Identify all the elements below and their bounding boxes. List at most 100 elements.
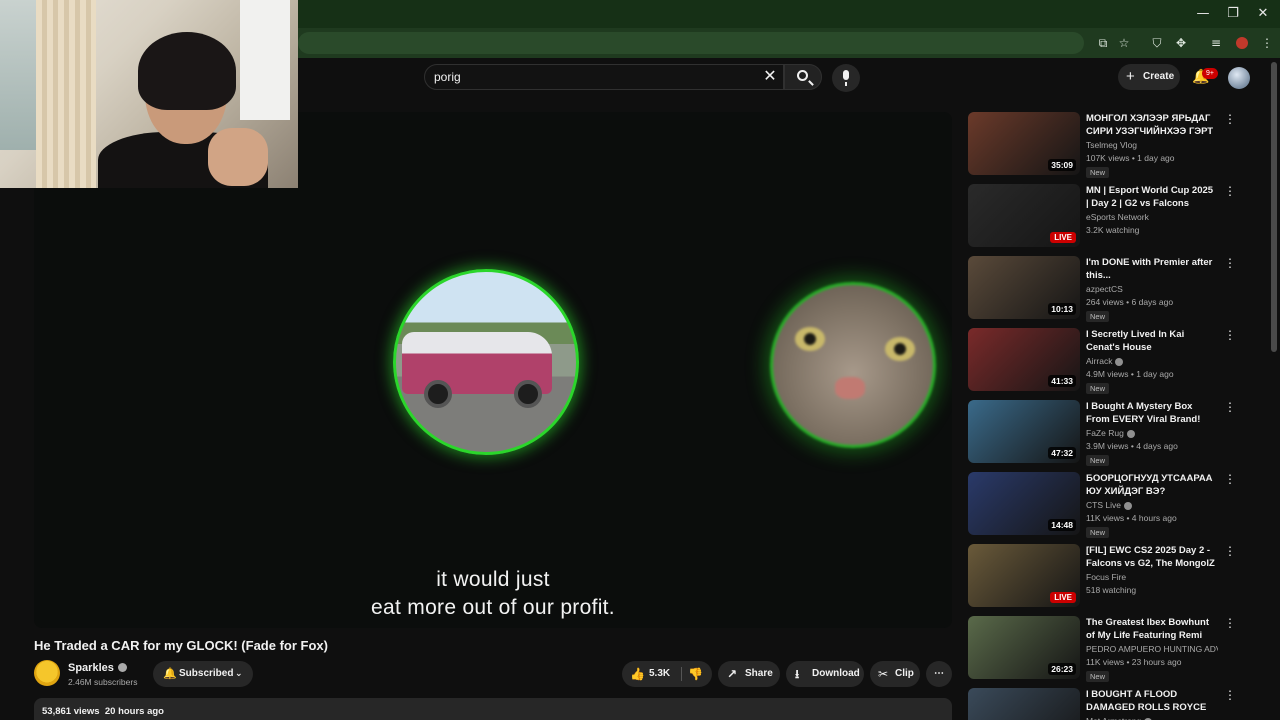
kebab-menu-icon[interactable]: ⋮ — [1224, 472, 1236, 488]
clear-search-icon[interactable]: ✕ — [760, 66, 780, 88]
clip-button[interactable]: ✂ Clip — [870, 661, 920, 687]
recommendation-channel[interactable]: Mat Armstrong — [1086, 716, 1218, 720]
recommendation-item[interactable]: I BOUGHT A FLOOD DAMAGED ROLLS ROYCE CUL… — [968, 688, 1248, 720]
close-window-button[interactable]: ✕ — [1248, 4, 1278, 24]
duration-badge: 10:13 — [1048, 303, 1076, 315]
channel-avatar[interactable] — [34, 660, 60, 686]
live-badge: LIVE — [1050, 232, 1076, 243]
recommendation-title[interactable]: [FIL] EWC CS2 2025 Day 2 - Falcons vs G2… — [1086, 544, 1218, 570]
bookmark-star-icon[interactable]: ☆ — [1115, 34, 1133, 52]
kebab-menu-icon[interactable]: ⋮ — [1224, 184, 1236, 200]
kebab-menu-icon[interactable]: ⋮ — [1224, 688, 1236, 704]
verified-icon — [117, 662, 127, 672]
recommendation-thumbnail[interactable]: 10:13 — [968, 256, 1080, 319]
download-button[interactable]: ⭳ Download — [786, 661, 864, 687]
restore-button[interactable]: ❐ — [1218, 4, 1248, 24]
caption-line-1: it would just — [436, 568, 550, 591]
recommendation-thumbnail[interactable]: 41:33 — [968, 328, 1080, 391]
recommendation-item[interactable]: 26:23 The Greatest Ibex Bowhunt of My Lif… — [968, 616, 1248, 682]
recommendation-title[interactable]: I'm DONE with Premier after this... — [1086, 256, 1218, 282]
recommendation-channel[interactable]: FaZe Rug — [1086, 428, 1218, 438]
like-count[interactable]: 5.3K — [649, 661, 670, 687]
recommendation-stats: 11K views • 4 hours ago — [1086, 513, 1177, 523]
cast-icon[interactable]: ⧉ — [1094, 34, 1112, 52]
channel-name[interactable]: Sparkles — [68, 662, 127, 674]
recommendation-channel[interactable]: CTS Live — [1086, 500, 1218, 510]
new-badge: New — [1086, 167, 1110, 178]
recommendation-channel[interactable]: Tselmeg Vlog — [1086, 140, 1218, 150]
scrollbar[interactable] — [1271, 62, 1277, 352]
webcam-person-hand — [208, 128, 268, 186]
recommendation-title[interactable]: MN | Esport World Cup 2025 | Day 2 | G2 … — [1086, 184, 1218, 210]
kebab-menu-icon[interactable]: ⋮ — [1224, 112, 1236, 128]
car-wheel — [514, 380, 542, 408]
kebab-menu-icon[interactable]: ⋮ — [1224, 400, 1236, 416]
recommendation-thumbnail[interactable] — [968, 688, 1080, 720]
shield-extension-icon[interactable]: ⛉ — [1148, 34, 1166, 52]
recommendation-item[interactable]: LIVE [FIL] EWC CS2 2025 Day 2 - Falcons v… — [968, 544, 1248, 608]
thumbs-up-icon[interactable]: 👍 — [630, 661, 645, 687]
recommendation-item[interactable]: 14:48 БООРЦОГНУУД УТСААРАА ЮУ ХИЙДЭГ ВЭ? C… — [968, 472, 1248, 538]
cat-eye — [795, 327, 825, 351]
profile-icon[interactable] — [1236, 37, 1248, 49]
search-button[interactable] — [784, 64, 822, 90]
recommendation-thumbnail[interactable]: LIVE — [968, 184, 1080, 247]
recommendation-stats: 107K views • 1 day ago — [1086, 153, 1175, 163]
webcam-window — [0, 0, 36, 150]
recommendation-channel[interactable]: Focus Fire — [1086, 572, 1218, 582]
description-box[interactable] — [34, 698, 952, 720]
more-actions-button[interactable]: ⋯ — [926, 661, 952, 687]
account-avatar[interactable] — [1228, 67, 1250, 89]
recommendation-item[interactable]: 47:32 I Bought A Mystery Box From EVERY V… — [968, 400, 1248, 466]
recommendation-channel[interactable]: eSports Network — [1086, 212, 1218, 222]
kebab-menu-icon[interactable]: ⋮ — [1224, 544, 1236, 560]
voice-search-button[interactable] — [832, 64, 860, 92]
recommendation-title[interactable]: I BOUGHT A FLOOD DAMAGED ROLLS ROYCE CUL… — [1086, 688, 1218, 714]
subscribed-button[interactable]: 🔔 Subscribed ⌄ — [153, 661, 253, 687]
recommendation-thumbnail[interactable]: LIVE — [968, 544, 1080, 607]
create-button[interactable]: + Create — [1118, 64, 1180, 90]
recommendation-thumbnail[interactable]: 35:09 — [968, 112, 1080, 175]
recommendation-title[interactable]: I Bought A Mystery Box From EVERY Viral … — [1086, 400, 1218, 426]
share-button[interactable]: ↗ Share — [718, 661, 780, 687]
like-divider — [681, 667, 682, 681]
recommendation-item[interactable]: 35:09 МОНГОЛ ХЭЛЭЭР ЯРЬДАГ СИРИ УЗЭГЧИЙНХ… — [968, 112, 1248, 178]
recommendation-channel[interactable]: PEDRO AMPUERO HUNTING ADVENTUR... — [1086, 644, 1218, 654]
address-bar[interactable] — [298, 32, 1084, 54]
webcam-person-hair — [138, 32, 236, 110]
recommendation-channel[interactable]: azpectCS — [1086, 284, 1218, 294]
kebab-menu-icon[interactable]: ⋮ — [1224, 256, 1236, 272]
car-circle-image — [393, 269, 579, 455]
kebab-menu-icon[interactable]: ⋮ — [1258, 34, 1276, 52]
kebab-menu-icon[interactable]: ⋮ — [1224, 616, 1236, 632]
recommendation-title[interactable]: The Greatest Ibex Bowhunt of My Life Fea… — [1086, 616, 1218, 642]
verified-icon — [1115, 357, 1124, 366]
recommendation-item[interactable]: 41:33 I Secretly Lived In Kai Cenat's Hou… — [968, 328, 1248, 394]
search-input[interactable] — [424, 64, 784, 90]
recommendation-item[interactable]: 10:13 I'm DONE with Premier after this...… — [968, 256, 1248, 322]
like-dislike-group: 👍 5.3K 👎 — [622, 661, 712, 687]
webcam-overlay — [0, 0, 298, 188]
puzzle-extensions-icon[interactable]: ✥ — [1172, 34, 1190, 52]
minimize-button[interactable]: — — [1188, 4, 1218, 24]
recommendation-thumbnail[interactable]: 14:48 — [968, 472, 1080, 535]
thumbs-down-icon[interactable]: 👎 — [688, 661, 703, 687]
media-control-icon[interactable]: ≡ — [1207, 34, 1225, 52]
recommendation-stats: 518 watching — [1086, 585, 1137, 595]
recommendation-channel[interactable]: Airrack — [1086, 356, 1218, 366]
new-badge: New — [1086, 527, 1110, 538]
video-title: He Traded a CAR for my GLOCK! (Fade for … — [34, 638, 328, 653]
recommendation-thumbnail[interactable]: 26:23 — [968, 616, 1080, 679]
verified-icon — [1123, 501, 1132, 510]
recommendation-thumbnail[interactable]: 47:32 — [968, 400, 1080, 463]
webcam-door — [240, 0, 290, 120]
microphone-icon — [843, 70, 849, 86]
kebab-menu-icon[interactable]: ⋮ — [1224, 328, 1236, 344]
recommendation-item[interactable]: LIVE MN | Esport World Cup 2025 | Day 2 |… — [968, 184, 1248, 248]
download-label: Download — [812, 668, 860, 679]
recommendation-title[interactable]: I Secretly Lived In Kai Cenat's House — [1086, 328, 1218, 354]
video-player[interactable]: it would just eat more out of our profit… — [34, 112, 952, 628]
recommendation-title[interactable]: БООРЦОГНУУД УТСААРАА ЮУ ХИЙДЭГ ВЭ? — [1086, 472, 1218, 498]
recommendation-title[interactable]: МОНГОЛ ХЭЛЭЭР ЯРЬДАГ СИРИ УЗЭГЧИЙНХЭЭ ГЭ… — [1086, 112, 1218, 138]
search-query: porig — [434, 70, 461, 84]
